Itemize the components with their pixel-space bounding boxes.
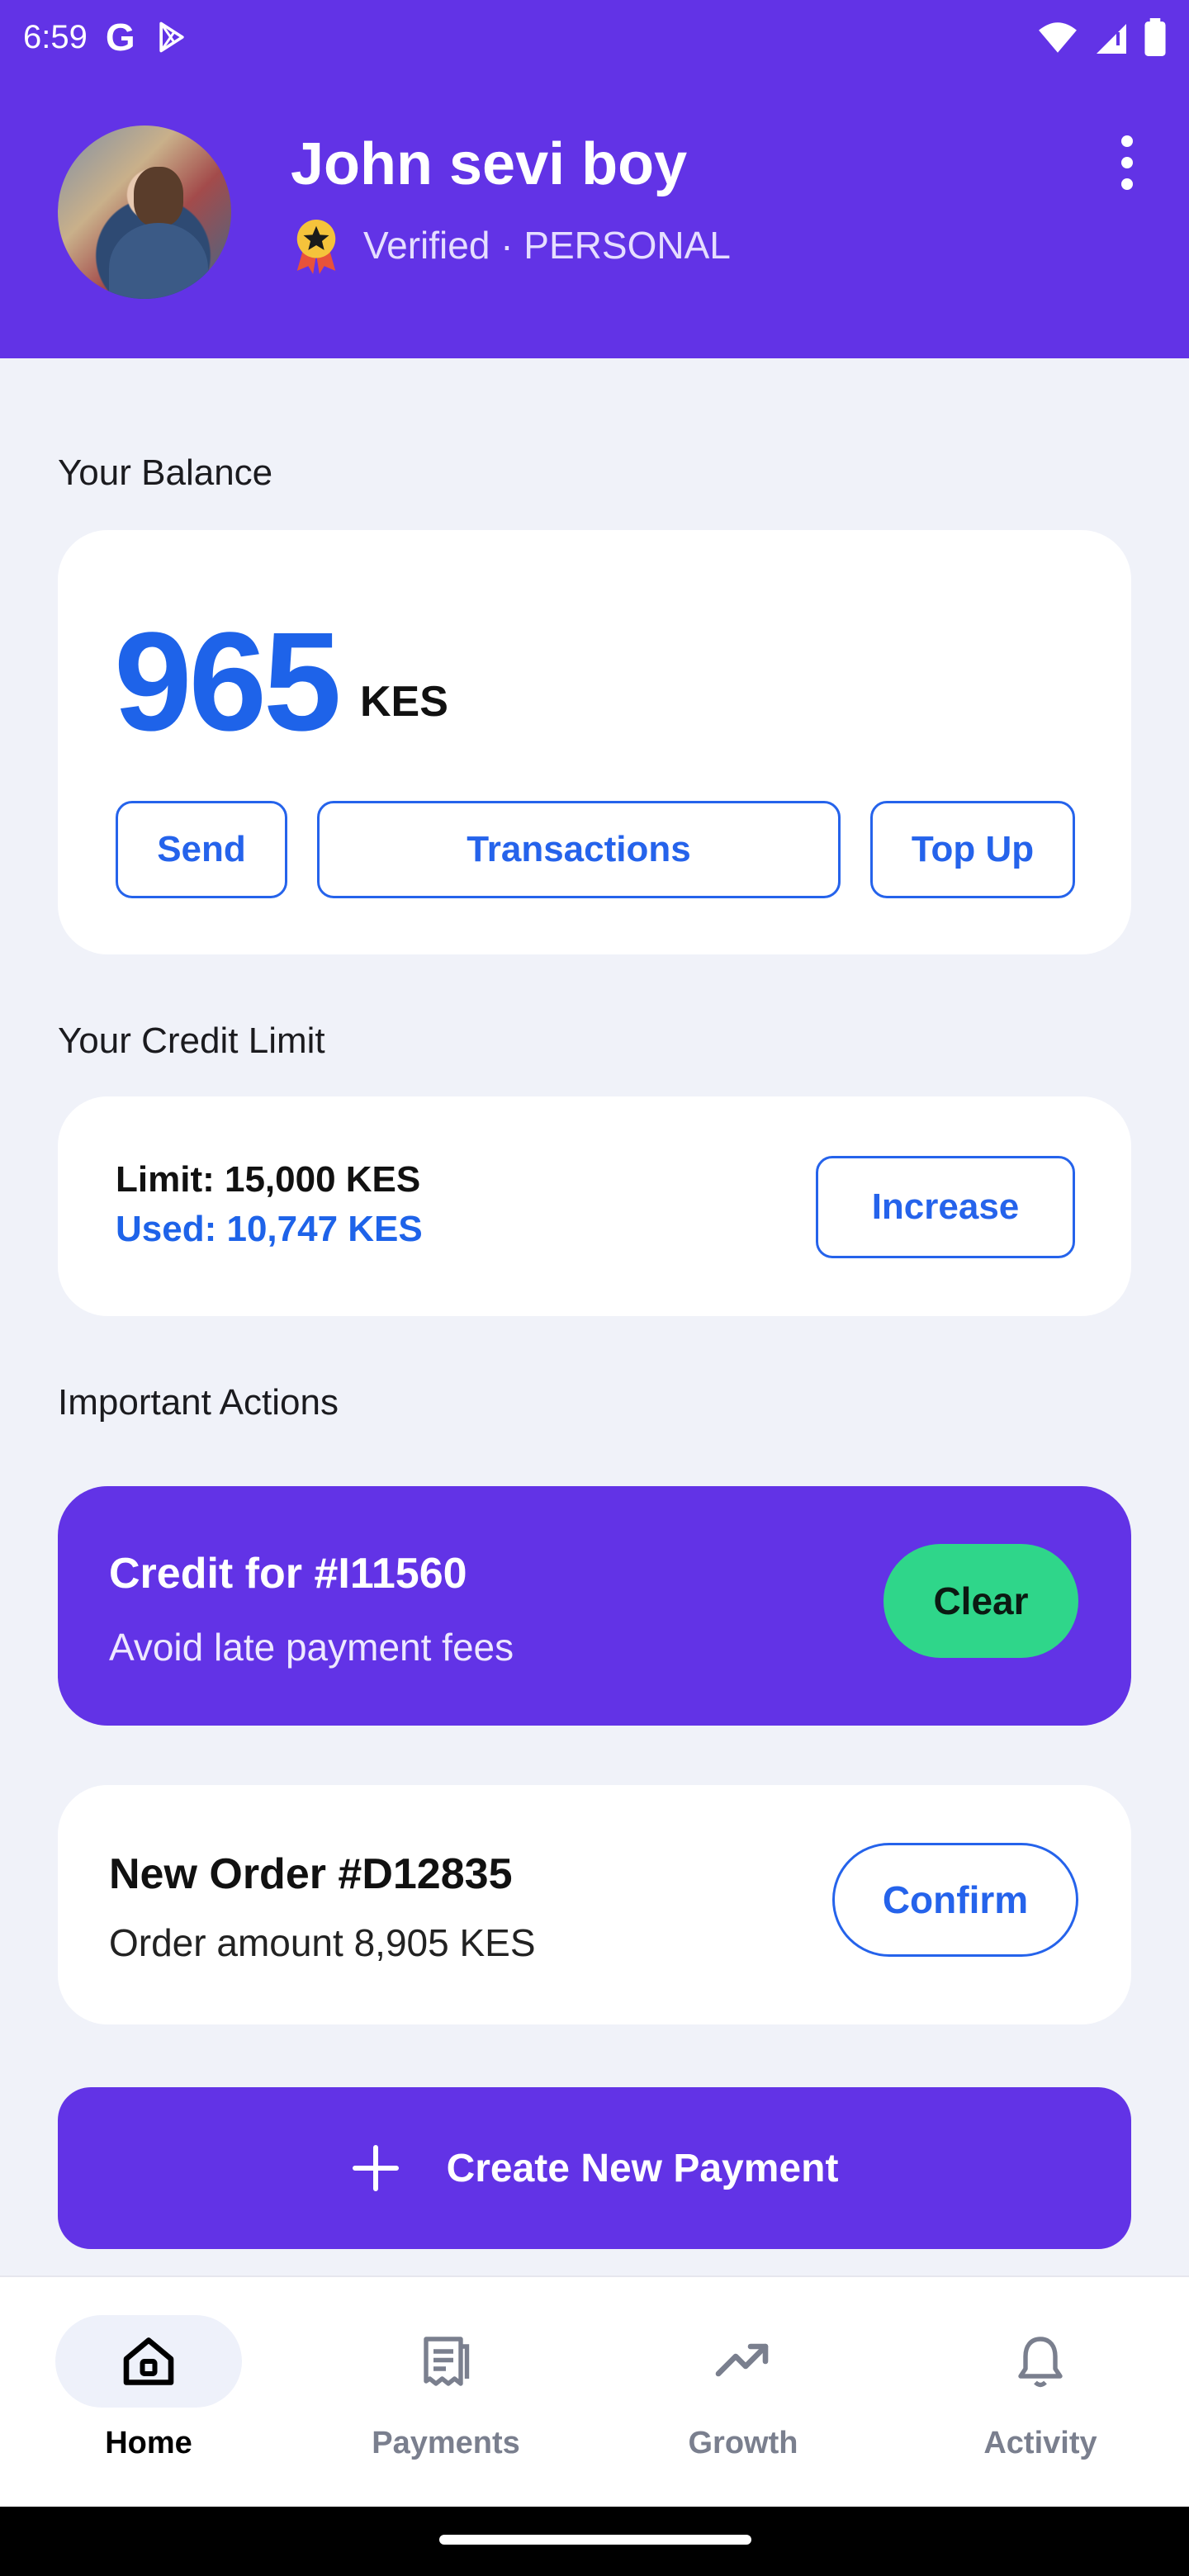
verification-status: Verified · PERSONAL (291, 216, 731, 274)
credit-section-label: Your Credit Limit (58, 1020, 325, 1061)
send-button[interactable]: Send (116, 801, 287, 898)
plus-icon (352, 2145, 399, 2191)
nav-home[interactable]: Home (0, 2277, 297, 2508)
balance-currency: KES (360, 678, 448, 726)
credit-limit: Limit: 15,000 KES (116, 1159, 421, 1200)
credit-card: Limit: 15,000 KES Used: 10,747 KES Incre… (58, 1096, 1131, 1316)
transactions-button[interactable]: Transactions (317, 801, 841, 898)
credit-used: Used: 10,747 KES (116, 1209, 423, 1249)
google-icon: G (105, 16, 135, 59)
home-icon (123, 2337, 174, 2385)
balance-card: 965 KES Send Transactions Top Up (58, 530, 1131, 954)
play-store-icon (159, 21, 184, 53)
create-new-payment-label: Create New Payment (446, 2146, 839, 2190)
actions-section-label: Important Actions (58, 1382, 339, 1423)
trending-up-icon (715, 2343, 769, 2377)
avatar[interactable] (58, 125, 231, 299)
status-bar: 6:59 G (0, 0, 1189, 74)
create-new-payment-button[interactable]: Create New Payment (58, 2087, 1131, 2249)
nav-growth-label: Growth (688, 2426, 798, 2460)
order-action-card: New Order #D12835 Order amount 8,905 KES… (58, 1785, 1131, 2024)
balance-section-label: Your Balance (58, 452, 273, 493)
profile-header: 6:59 G John sevi boy Verified · PERSONAL (0, 0, 1189, 358)
nav-activity-label: Activity (983, 2426, 1097, 2460)
bottom-navigation: Home Payments Growth Activity (0, 2275, 1189, 2507)
nav-activity[interactable]: Activity (892, 2277, 1189, 2508)
wifi-icon (1039, 22, 1077, 53)
battery-icon (1144, 18, 1166, 56)
credit-action-title: Credit for #I11560 (109, 1550, 467, 1598)
order-action-subtitle: Order amount 8,905 KES (109, 1921, 536, 1964)
top-up-button[interactable]: Top Up (870, 801, 1075, 898)
nav-home-label: Home (105, 2426, 192, 2460)
balance-amount: 965 (114, 604, 342, 760)
credit-action-card: Credit for #I11560 Avoid late payment fe… (58, 1486, 1131, 1726)
award-badge-icon (296, 220, 336, 274)
order-action-title: New Order #D12835 (109, 1850, 513, 1898)
more-options-icon[interactable] (1115, 135, 1139, 190)
home-gesture-handle[interactable] (439, 2535, 751, 2545)
user-name: John sevi boy (291, 131, 688, 197)
clear-button[interactable]: Clear (883, 1544, 1078, 1658)
confirm-button[interactable]: Confirm (832, 1843, 1078, 1957)
credit-action-subtitle: Avoid late payment fees (109, 1626, 514, 1669)
nav-payments-label: Payments (372, 2426, 520, 2460)
bell-icon (1018, 2337, 1063, 2388)
increase-button[interactable]: Increase (816, 1156, 1075, 1258)
signal-icon (1097, 24, 1126, 54)
verification-text: Verified · PERSONAL (363, 224, 731, 267)
nav-payments[interactable]: Payments (297, 2277, 594, 2508)
status-time: 6:59 (23, 18, 88, 55)
nav-growth[interactable]: Growth (594, 2277, 892, 2508)
receipt-icon (424, 2337, 470, 2386)
